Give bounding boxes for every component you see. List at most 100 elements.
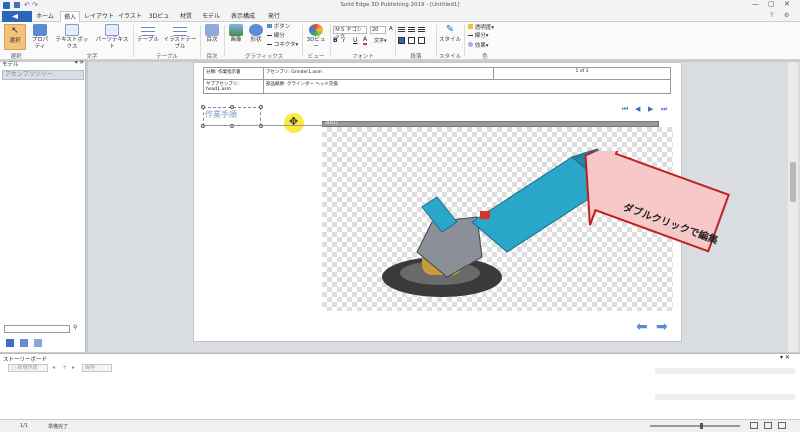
redo-icon[interactable]: ↷ xyxy=(32,1,38,9)
fit-width-icon[interactable] xyxy=(764,422,772,429)
first-page-icon[interactable]: ⏮ xyxy=(622,105,628,114)
bold-button[interactable]: B xyxy=(333,37,338,44)
back-arrow-icon[interactable]: ⬅ xyxy=(636,319,648,335)
storyboard-scroll-track[interactable] xyxy=(655,368,795,374)
prev-frame-icon[interactable]: ◂ xyxy=(52,364,55,371)
group-label-text: 文字 xyxy=(86,54,98,60)
tab-display[interactable]: 表示構成 xyxy=(226,11,260,22)
effect-button[interactable]: 効果▾ xyxy=(468,42,498,50)
parts-text-button[interactable]: パーツテキスト xyxy=(93,24,131,51)
left-panel: アセンブリツリー モデル ▾ ✕ ⚲ xyxy=(0,60,86,352)
align-middle-icon[interactable] xyxy=(408,37,415,44)
vertical-scrollbar[interactable] xyxy=(788,62,798,352)
line-button[interactable]: 線分 xyxy=(267,33,291,40)
tab-model[interactable]: モデル xyxy=(200,11,222,22)
prev-page-icon[interactable]: ◀ xyxy=(635,105,640,113)
transparency-button[interactable]: 透明度▾ xyxy=(468,24,502,32)
scrollbar-thumb[interactable] xyxy=(790,162,796,202)
table-button[interactable]: テーブル xyxy=(137,24,159,44)
align-bottom-icon[interactable] xyxy=(418,37,425,44)
search-icon[interactable]: ⚲ xyxy=(73,324,77,331)
table-icon xyxy=(141,24,155,36)
grow-font-icon[interactable]: A xyxy=(389,26,393,32)
align-right-icon[interactable] xyxy=(418,26,425,32)
zoom-slider[interactable] xyxy=(650,423,740,429)
status-text: 準備完了 xyxy=(48,424,69,430)
settings-icon[interactable]: ⚙ xyxy=(784,12,789,19)
ribbon-tabs: ホーム 挿入 レイアウト イラスト 3Dビュー 材質 モデル 表示構成 発行 ?… xyxy=(0,11,800,31)
save-icon[interactable] xyxy=(14,2,20,8)
fill-color-icon xyxy=(468,24,473,29)
align-top-icon[interactable] xyxy=(398,37,405,44)
selection-handle[interactable] xyxy=(230,105,234,109)
model-view-icon[interactable] xyxy=(6,339,14,347)
document-page: 分類: 作業指示書 アセンブリ: Grinder1.asm 1 of 1 サブア… xyxy=(193,62,731,342)
tree-search-input[interactable] xyxy=(4,325,70,333)
textbox-underline xyxy=(203,125,323,126)
group-label-view: ビュー xyxy=(307,54,325,60)
font-size-dropdown[interactable]: 20 xyxy=(370,26,386,34)
new-storyboard-button[interactable]: ▢ 新規作成 xyxy=(8,364,48,372)
tab-layout[interactable]: レイアウト xyxy=(84,11,114,22)
cursor-icon: ↖ xyxy=(11,26,19,36)
tab-3dview[interactable]: 3Dビュー xyxy=(146,11,172,31)
assembly-tree-tab[interactable]: アセンブリツリー xyxy=(2,70,84,80)
storyboard-scroll-track-2[interactable] xyxy=(655,394,795,400)
align-left-icon[interactable] xyxy=(398,26,405,32)
style-button[interactable]: ✎ スタイル xyxy=(439,24,461,44)
align-center-icon[interactable] xyxy=(408,26,415,32)
add-frame-icon[interactable]: + xyxy=(62,364,67,371)
underline-button[interactable]: U xyxy=(353,37,357,44)
illustration-table-button[interactable]: イラストテーブル xyxy=(162,24,198,51)
forward-arrow-icon[interactable]: ➡ xyxy=(656,319,668,335)
header-cell: サブアセンブリ: head1.asm xyxy=(203,79,264,94)
last-page-icon[interactable]: ⏭ xyxy=(661,105,667,114)
pin-icon[interactable]: ▾ ✕ xyxy=(75,60,84,66)
help-icon[interactable]: ? xyxy=(770,12,773,19)
tab-insert[interactable]: 挿入 xyxy=(60,11,80,22)
tab-publish[interactable]: 発行 xyxy=(264,11,284,22)
undo-icon[interactable]: ↶ xyxy=(24,1,30,9)
group-label-graphics: グラフィックス xyxy=(244,54,284,60)
toc-button[interactable]: 目次 xyxy=(203,24,221,44)
ribbon-separator xyxy=(436,25,437,57)
tab-home[interactable]: ホーム xyxy=(34,11,56,22)
line-style-button[interactable]: 線分▾ xyxy=(468,33,498,40)
shape-button[interactable]: 形状 xyxy=(247,24,265,44)
select-tool-button[interactable]: ↖ 選択 xyxy=(4,24,26,50)
char-settings-button[interactable]: 文字▾ xyxy=(374,37,387,44)
zoom-slider-thumb[interactable] xyxy=(700,423,703,429)
3dview-button[interactable]: 3Dビュー xyxy=(305,24,327,51)
close-button[interactable]: ✕ xyxy=(784,0,790,8)
tab-material[interactable]: 材質 xyxy=(176,11,196,22)
display-view-icon[interactable] xyxy=(34,339,42,347)
next-frame-icon[interactable]: ▸ xyxy=(72,364,75,371)
font-name-dropdown[interactable]: ＭＳ Ｐゴシック xyxy=(333,26,367,40)
ribbon: ↖ 選択 プロパティ テキストボックス パーツテキスト 選択 文字 テーブル イ… xyxy=(0,22,800,60)
layer-view-icon[interactable] xyxy=(20,339,28,347)
file-tab[interactable] xyxy=(2,11,32,22)
fullscreen-icon[interactable] xyxy=(778,422,786,429)
ribbon-separator xyxy=(395,25,396,57)
tab-illustration[interactable]: イラスト xyxy=(118,11,142,22)
selection-handle[interactable] xyxy=(259,105,263,109)
next-page-icon[interactable]: ▶ xyxy=(648,105,653,113)
button-insert-button[interactable]: ボタン xyxy=(267,24,291,31)
textbox-button[interactable]: テキストボックス xyxy=(54,24,90,51)
minimize-button[interactable]: — xyxy=(752,0,759,8)
power-switch xyxy=(480,211,490,219)
font-color-icon[interactable]: A xyxy=(363,37,368,45)
storyboard-close-icon[interactable]: ▾ ✕ xyxy=(780,354,790,361)
status-bar: 1/1 準備完了 xyxy=(0,419,800,432)
italic-button[interactable]: I xyxy=(343,37,345,44)
selection-handle[interactable] xyxy=(201,105,205,109)
properties-button[interactable]: プロパティ xyxy=(29,24,51,51)
line-icon xyxy=(267,35,272,36)
maximize-button[interactable]: ▢ xyxy=(768,0,775,8)
connector-button[interactable]: コネクタ▾ xyxy=(267,42,299,49)
storyboard-title: ストーリーボード xyxy=(3,357,48,363)
image-button[interactable]: 画像 xyxy=(227,24,245,44)
line-color-icon xyxy=(468,35,473,36)
fit-page-icon[interactable] xyxy=(750,422,758,429)
save-storyboard-button[interactable]: 保存 xyxy=(82,364,112,372)
